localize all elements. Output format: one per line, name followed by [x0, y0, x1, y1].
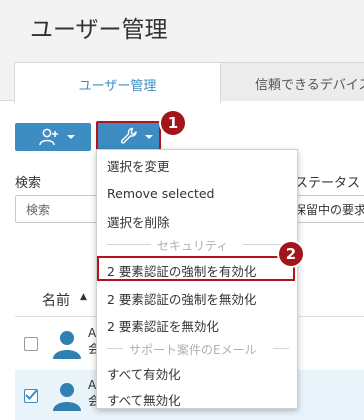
section-divider [243, 244, 287, 245]
search-input[interactable]: 検索 [15, 195, 102, 223]
page-title: ユーザー管理 [30, 17, 168, 43]
add-user-icon [39, 128, 58, 146]
menu-item-change-selected[interactable]: 選択を変更 [107, 156, 170, 175]
menu-item-delete-selected[interactable]: 選択を削除 [107, 212, 170, 231]
column-header-name[interactable]: 名前 [42, 290, 70, 310]
tab-user-management[interactable]: ユーザー管理 [14, 62, 221, 104]
menu-section-support-email: サポート案件のEメール [97, 341, 297, 357]
chevron-down-icon [145, 135, 153, 139]
menu-item-remove-selected[interactable]: Remove selected [107, 186, 214, 201]
checkmark-icon [25, 389, 38, 400]
user-avatar-icon [53, 383, 81, 411]
menu-item-disable-2fa[interactable]: 2 要素認証を無効化 [107, 316, 219, 335]
add-user-button[interactable] [15, 123, 91, 151]
tools-dropdown-menu: 選択を変更 Remove selected 選択を削除 セキュリティ 2 要素認… [96, 149, 298, 409]
search-placeholder: 検索 [26, 203, 51, 217]
row-checkbox[interactable] [24, 337, 38, 351]
callout-badge-2: 2 [279, 242, 303, 266]
section-divider [273, 348, 289, 349]
callout-badge-1: 1 [161, 111, 185, 135]
tab-trusted-devices[interactable]: 信頼できるデバイス [220, 62, 364, 101]
tab-label: ユーザー管理 [78, 79, 157, 94]
row-checkbox-checked[interactable] [24, 389, 38, 403]
menu-item-disable-all[interactable]: すべて無効化 [107, 390, 181, 409]
section-header: サポート案件のEメール [129, 343, 257, 357]
menu-item-enforce-2fa-off[interactable]: 2 要素認証の強制を無効化 [107, 289, 256, 308]
status-label: ステータス [295, 176, 361, 191]
sort-ascending-icon[interactable]: ▲ [80, 292, 87, 302]
section-header: セキュリティ [157, 239, 229, 253]
menu-section-security: セキュリティ [97, 237, 297, 253]
section-divider [107, 244, 151, 245]
status-value: 保留中の要求 [294, 203, 364, 217]
tab-label: 信頼できるデバイス [255, 78, 364, 93]
wrench-icon [120, 127, 137, 144]
section-divider [107, 348, 123, 349]
search-label: 検索 [15, 176, 42, 191]
user-avatar-icon [53, 331, 81, 359]
menu-item-enable-all[interactable]: すべて有効化 [107, 364, 181, 383]
chevron-down-icon [67, 135, 75, 139]
menu-item-enforce-2fa-on[interactable]: 2 要素認証の強制を有効化 [107, 261, 256, 280]
